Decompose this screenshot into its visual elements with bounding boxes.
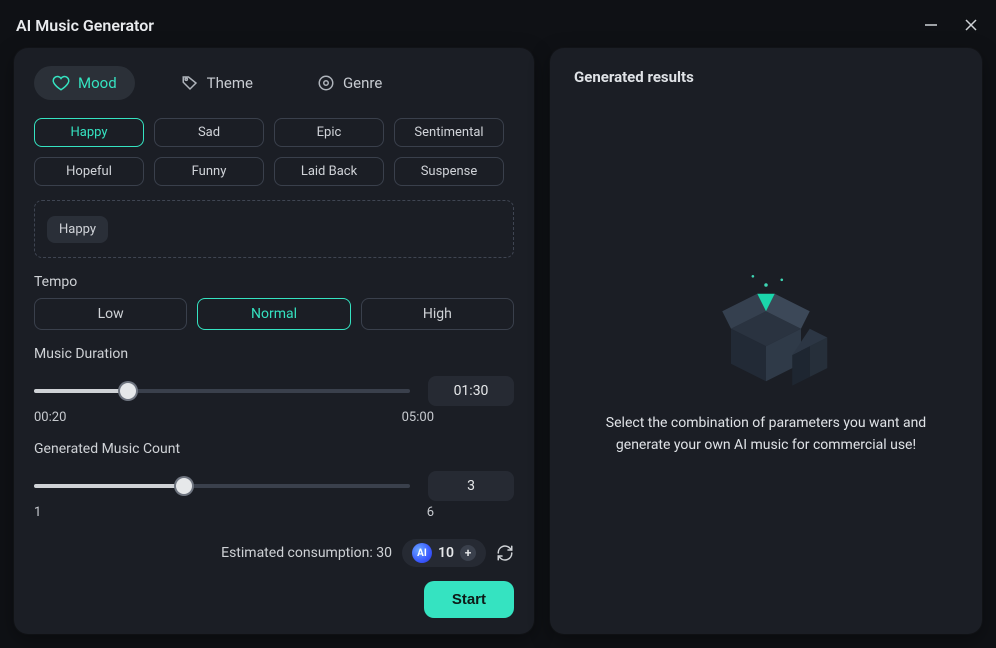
- minimize-icon: [924, 18, 938, 32]
- minimize-button[interactable]: [920, 14, 942, 36]
- tempo-segmented: Low Normal High: [34, 298, 514, 330]
- mood-chip-happy[interactable]: Happy: [34, 118, 144, 147]
- mood-chip-laid-back[interactable]: Laid Back: [274, 157, 384, 186]
- heart-icon: [52, 74, 70, 92]
- count-track-fill: [34, 484, 184, 488]
- tab-genre[interactable]: Genre: [299, 66, 400, 100]
- start-row: Start: [34, 581, 514, 618]
- empty-box-icon: [676, 250, 856, 390]
- window-title: AI Music Generator: [16, 16, 154, 35]
- mood-chip-epic[interactable]: Epic: [274, 118, 384, 147]
- duration-slider[interactable]: [34, 377, 410, 405]
- refresh-icon: [496, 544, 514, 562]
- add-credits-button[interactable]: +: [460, 545, 476, 561]
- duration-track-fill: [34, 389, 128, 393]
- count-max: 6: [427, 505, 434, 520]
- count-row: 3: [34, 471, 514, 501]
- duration-range-labels: 00:20 05:00: [34, 410, 514, 425]
- mood-chip-funny[interactable]: Funny: [154, 157, 264, 186]
- tab-mood[interactable]: Mood: [34, 66, 135, 100]
- results-empty-state: Select the combination of parameters you…: [574, 100, 958, 606]
- close-button[interactable]: [960, 14, 982, 36]
- mood-chip-suspense[interactable]: Suspense: [394, 157, 504, 186]
- selected-moods-box: Happy: [34, 200, 514, 258]
- disc-icon: [317, 74, 335, 92]
- refresh-button[interactable]: [496, 544, 514, 562]
- duration-max: 05:00: [402, 410, 434, 425]
- count-slider[interactable]: [34, 472, 410, 500]
- ai-icon: AI: [412, 543, 432, 563]
- duration-value: 01:30: [428, 376, 514, 406]
- count-thumb[interactable]: [176, 478, 192, 494]
- mood-chip-sentimental[interactable]: Sentimental: [394, 118, 504, 147]
- duration-title: Music Duration: [34, 346, 514, 362]
- duration-thumb[interactable]: [120, 383, 136, 399]
- settings-panel: Mood Theme Genre Happy Sad Epic Sentimental Ho…: [14, 48, 534, 634]
- start-button[interactable]: Start: [424, 581, 514, 618]
- titlebar: AI Music Generator: [0, 0, 996, 48]
- mood-chip-list: Happy Sad Epic Sentimental Hopeful Funny Laid …: [34, 118, 514, 186]
- consumption-value: 30: [376, 545, 392, 561]
- tab-theme[interactable]: Theme: [163, 66, 271, 100]
- count-value: 3: [428, 471, 514, 501]
- tab-label: Theme: [207, 74, 253, 92]
- duration-group: 01:30 00:20 05:00: [34, 370, 514, 425]
- mood-chip-sad[interactable]: Sad: [154, 118, 264, 147]
- results-title: Generated results: [574, 68, 958, 86]
- credits-value: 10: [438, 545, 454, 561]
- category-tabs: Mood Theme Genre: [34, 66, 514, 100]
- tempo-normal[interactable]: Normal: [197, 298, 350, 330]
- tab-label: Mood: [78, 74, 117, 92]
- duration-min: 00:20: [34, 410, 66, 425]
- tempo-title: Tempo: [34, 274, 514, 290]
- tempo-low[interactable]: Low: [34, 298, 187, 330]
- close-icon: [964, 18, 978, 32]
- credits-badge[interactable]: AI 10 +: [402, 539, 486, 567]
- count-min: 1: [34, 505, 41, 520]
- duration-row: 01:30: [34, 376, 514, 406]
- consumption-label: Estimated consumption: 30: [221, 545, 392, 561]
- count-group: 3 1 6: [34, 465, 514, 520]
- tempo-high[interactable]: High: [361, 298, 514, 330]
- count-range-labels: 1 6: [34, 505, 514, 520]
- content: Mood Theme Genre Happy Sad Epic Sentimental Ho…: [0, 48, 996, 648]
- selected-mood-chip[interactable]: Happy: [47, 216, 108, 243]
- count-title: Generated Music Count: [34, 441, 514, 457]
- tab-label: Genre: [343, 74, 382, 92]
- consumption-row: Estimated consumption: 30 AI 10 +: [34, 521, 514, 567]
- tag-icon: [181, 74, 199, 92]
- consumption-label-text: Estimated consumption:: [221, 545, 376, 561]
- window-controls: [920, 14, 982, 36]
- app-window: AI Music Generator Mood Theme Genre Happy S…: [0, 0, 996, 648]
- mood-chip-hopeful[interactable]: Hopeful: [34, 157, 144, 186]
- results-empty-message: Select the combination of parameters you…: [586, 412, 946, 457]
- results-panel: Generated results: [550, 48, 982, 634]
